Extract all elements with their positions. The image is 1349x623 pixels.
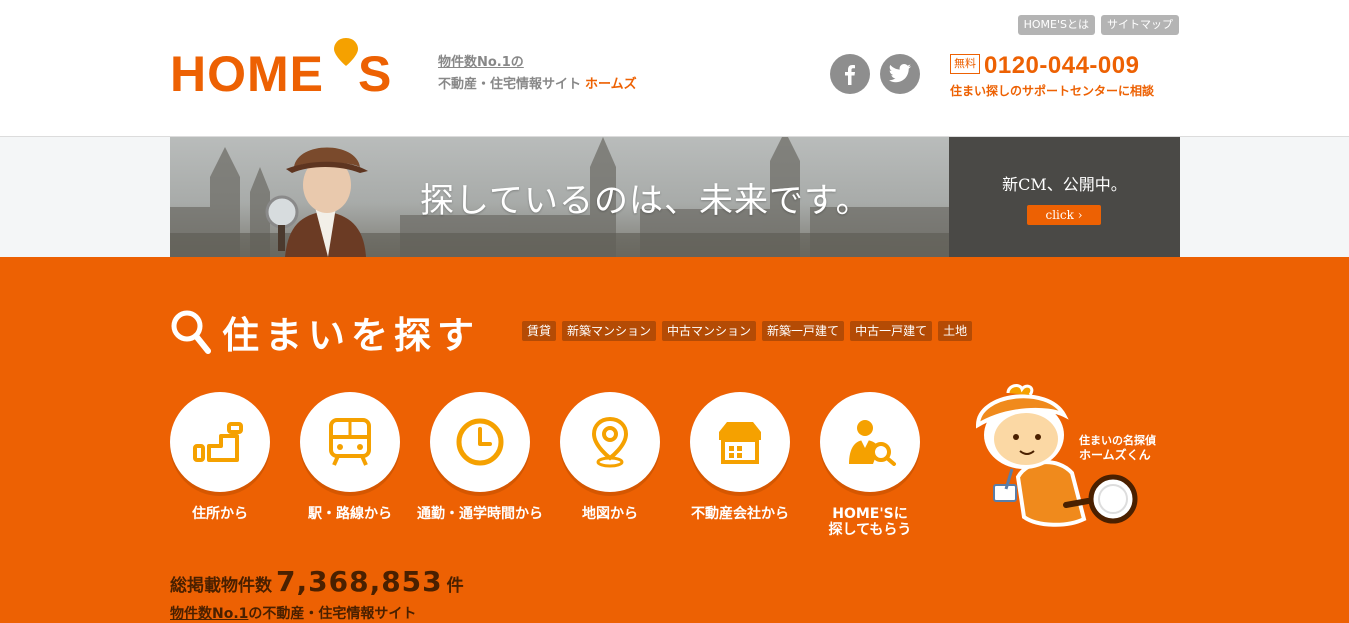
address-icon: [193, 422, 243, 462]
actor-figure: [265, 147, 368, 257]
sitemap-link[interactable]: サイトマップ: [1101, 15, 1179, 35]
method-label-line1: HOME'Sに: [832, 506, 908, 522]
shop-icon: [719, 422, 761, 464]
count-label: 総掲載物件数: [170, 576, 272, 596]
about-homes-link[interactable]: HOME'Sとは: [1017, 15, 1095, 35]
search-by-map[interactable]: 地図から: [545, 392, 675, 522]
search-title: 住まいを探す: [222, 314, 480, 357]
search-by-homes-request[interactable]: HOME'Sに 探してもらう: [805, 392, 935, 538]
tagline-brand: ホームズ: [585, 77, 637, 92]
tagline-line2: 不動産・住宅情報サイト: [438, 77, 582, 92]
tagline-line1[interactable]: 物件数No.1の: [438, 55, 524, 70]
cm-banner[interactable]: 探しているのは、未来です。: [170, 137, 949, 257]
support-center-link[interactable]: 住まい探しのサポートセンターに相談: [950, 82, 1154, 99]
search-heading: 住まいを探す: [170, 305, 480, 359]
person-search-icon: [849, 420, 896, 466]
property-type-tags: 賃貸 新築マンション 中古マンション 新築一戸建て 中古一戸建て 土地: [522, 321, 973, 341]
method-label: 住所から: [192, 506, 248, 522]
top-links: HOME'Sとは サイトマップ: [1017, 15, 1179, 35]
facebook-button[interactable]: [830, 54, 870, 94]
tag-used-house[interactable]: 中古一戸建て: [850, 321, 933, 341]
cm-title: 新CM、公開中。: [1002, 175, 1127, 194]
mascot-caption-line1: 住まいの名探偵: [1079, 434, 1156, 447]
search-by-station[interactable]: 駅・路線から: [285, 392, 415, 522]
count-value: 7,368,853: [276, 565, 443, 598]
method-label: 不動産会社から: [691, 506, 789, 522]
banner-copy: 探しているのは、未来です。: [420, 181, 871, 221]
map-pin-icon: [591, 416, 629, 468]
twitter-icon: [889, 64, 911, 83]
tag-new-house[interactable]: 新築一戸建て: [762, 321, 845, 341]
tag-rental[interactable]: 賃貸: [522, 321, 557, 341]
support-phone[interactable]: 無料 0120-044-009 住まい探しのサポートセンターに相談: [950, 52, 1154, 99]
phone-number[interactable]: 0120-044-009: [984, 52, 1139, 80]
svg-text:S: S: [358, 46, 391, 96]
search-by-agency[interactable]: 不動産会社から: [675, 392, 805, 522]
twitter-button[interactable]: [880, 54, 920, 94]
method-label-line2: 探してもらう: [828, 522, 912, 538]
site-subtitle: 物件数No.1の不動産・住宅情報サイト: [170, 603, 416, 623]
cm-click-button[interactable]: click ›: [1027, 205, 1101, 225]
method-circle[interactable]: [300, 392, 400, 492]
search-section: 住まいを探す 賃貸 新築マンション 中古マンション 新築一戸建て 中古一戸建て …: [0, 257, 1349, 623]
train-icon: [329, 418, 371, 466]
listing-count: 総掲載物件数 7,368,853 件: [170, 565, 464, 598]
tag-land[interactable]: 土地: [938, 321, 973, 341]
method-circle[interactable]: [170, 392, 270, 492]
search-methods: 住所から 駅・路線から 通勤・通学時間から 地図から 不動産会社から HOME'…: [170, 392, 950, 542]
site-header: HOME S 物件数No.1の 不動産・住宅情報サイト ホームズ HOME'Sとは…: [0, 0, 1349, 137]
method-label: 駅・路線から: [308, 506, 392, 522]
mascot-caption-line2: ホームズくん: [1079, 448, 1151, 462]
facebook-icon: [845, 65, 855, 85]
tag-used-mansion[interactable]: 中古マンション: [662, 321, 757, 341]
svg-text:HOME: HOME: [170, 46, 324, 96]
free-call-badge: 無料: [950, 54, 980, 74]
method-circle[interactable]: [820, 392, 920, 492]
homes-logo[interactable]: HOME S: [170, 36, 402, 96]
search-by-address[interactable]: 住所から: [155, 392, 285, 522]
method-circle[interactable]: [690, 392, 790, 492]
count-unit: 件: [446, 576, 464, 596]
site-tagline: 物件数No.1の 不動産・住宅情報サイト ホームズ: [438, 52, 637, 96]
method-label: 地図から: [582, 506, 638, 522]
tag-new-mansion[interactable]: 新築マンション: [562, 321, 657, 341]
subtitle-text: の不動産・住宅情報サイト: [248, 606, 417, 622]
method-label: 通勤・通学時間から: [417, 506, 543, 522]
method-circle[interactable]: [430, 392, 530, 492]
search-by-commute[interactable]: 通勤・通学時間から: [415, 392, 545, 522]
mascot-caption: 住まいの名探偵 ホームズくん: [1079, 433, 1156, 463]
subtitle-link[interactable]: 物件数No.1: [170, 606, 248, 622]
search-icon: [171, 310, 211, 354]
method-circle[interactable]: [560, 392, 660, 492]
clock-icon: [456, 418, 504, 466]
cm-panel[interactable]: 新CM、公開中。 click ›: [949, 137, 1180, 257]
